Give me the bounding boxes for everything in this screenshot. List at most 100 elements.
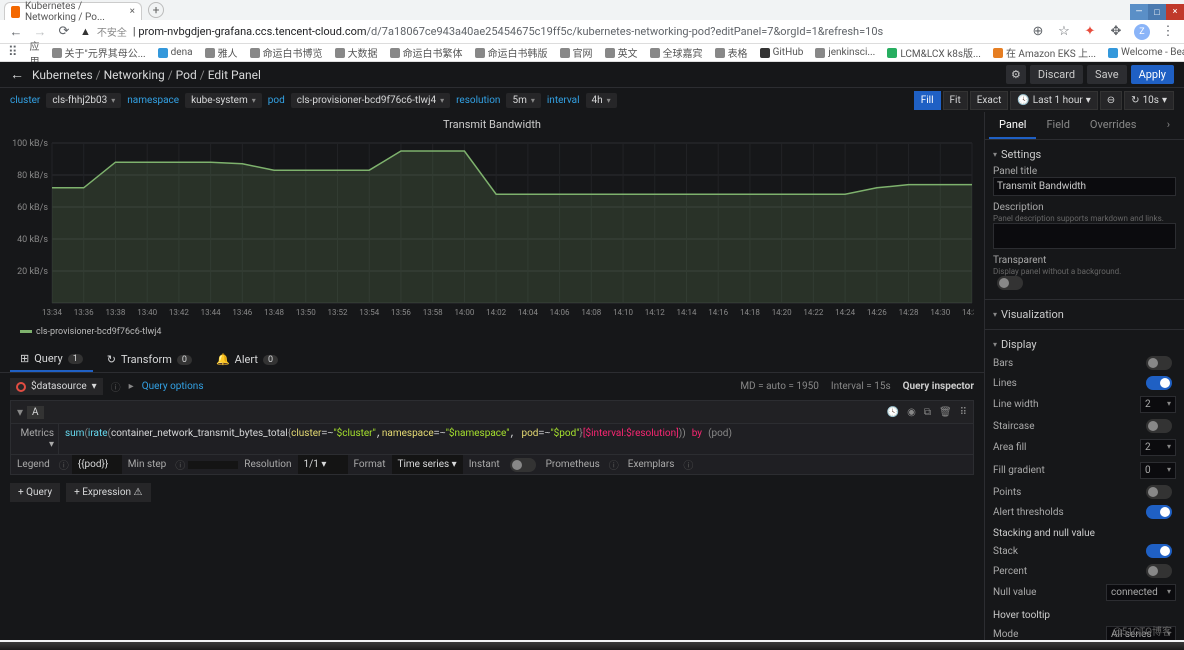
chart-svg[interactable]: 20 kB/s40 kB/s60 kB/s80 kB/s100 kB/s 13:…: [10, 133, 974, 323]
back-arrow-icon[interactable]: ←: [10, 66, 24, 83]
svg-text:40 kB/s: 40 kB/s: [17, 235, 48, 245]
bookmark-item[interactable]: GitHub: [760, 47, 804, 58]
add-expression-button[interactable]: + Expression ⚠: [66, 483, 150, 502]
datasource-select[interactable]: $datasource ▾: [10, 378, 103, 395]
save-button[interactable]: Save: [1087, 65, 1127, 84]
time-picker[interactable]: 🕓 Last 1 hour ▾: [1010, 91, 1097, 110]
var-cluster-value[interactable]: cls-fhhj2b03: [46, 93, 121, 108]
new-tab-button[interactable]: +: [148, 2, 164, 18]
bookmark-item[interactable]: 关于"元界其母公...: [52, 45, 146, 60]
fill-gradient-select[interactable]: 0: [1140, 462, 1176, 479]
svg-text:14:00: 14:00: [454, 308, 474, 317]
nav-back-icon[interactable]: ←: [8, 24, 24, 40]
apply-button[interactable]: Apply: [1131, 65, 1174, 84]
legend-input[interactable]: {{pod}}: [72, 455, 122, 474]
add-query-button[interactable]: + Query: [10, 483, 60, 502]
nav-reload-icon[interactable]: ⟳: [56, 24, 72, 39]
discard-button[interactable]: Discard: [1030, 65, 1083, 84]
fit-button[interactable]: Fit: [943, 91, 968, 110]
panel-description-input[interactable]: [993, 223, 1176, 249]
bookmark-item[interactable]: jenkinsci...: [815, 47, 875, 58]
resolution-select[interactable]: 1/1 ▾: [298, 455, 348, 474]
points-toggle[interactable]: [1146, 485, 1172, 499]
bookmark-item[interactable]: 命运白书繁体: [390, 45, 463, 60]
side-expand-icon[interactable]: ›: [1157, 112, 1180, 139]
bookmark-item[interactable]: LCM&LCX k8s版...: [887, 45, 981, 60]
svg-text:14:06: 14:06: [550, 308, 570, 317]
side-tab-panel[interactable]: Panel: [989, 112, 1036, 139]
bookmark-item[interactable]: 大数据: [335, 45, 378, 60]
svg-text:14:10: 14:10: [613, 308, 633, 317]
url-box[interactable]: ▲ 不安全 | prom-nvbgdjen-grafana.ccs.tencen…: [80, 24, 1022, 39]
area-fill-select[interactable]: 2: [1140, 439, 1176, 456]
query-toggle-icon[interactable]: ◉: [907, 407, 916, 418]
browser-tab[interactable]: Kubernetes / Networking / Po... ×: [4, 2, 142, 20]
query-drag-icon[interactable]: ⠿: [960, 407, 967, 418]
var-resolution-value[interactable]: 5m: [506, 93, 540, 108]
var-pod-value[interactable]: cls-provisioner-bcd9f76c6-tlwj4: [291, 93, 450, 108]
minstep-input[interactable]: [188, 461, 238, 469]
puzzle-icon[interactable]: ✥: [1108, 24, 1124, 39]
tab-alert[interactable]: 🔔 Alert 0: [206, 347, 288, 372]
profile-badge[interactable]: Z: [1134, 24, 1150, 40]
extension-icon[interactable]: ✦: [1082, 24, 1098, 39]
bookmark-item[interactable]: 官网: [560, 45, 593, 60]
bookmark-item[interactable]: 雅人: [205, 45, 238, 60]
query-letter[interactable]: A: [27, 406, 44, 419]
var-namespace-value[interactable]: kube-system: [185, 93, 262, 108]
svg-text:14:24: 14:24: [835, 308, 855, 317]
lines-toggle[interactable]: [1146, 376, 1172, 390]
zoom-out-button[interactable]: ⊖: [1100, 91, 1122, 110]
svg-text:13:40: 13:40: [137, 308, 157, 317]
instant-toggle[interactable]: [510, 458, 536, 472]
window-minimize[interactable]: —: [1130, 4, 1148, 20]
apps-icon[interactable]: ⠿: [8, 45, 18, 60]
thresholds-toggle[interactable]: [1146, 505, 1172, 519]
metrics-input[interactable]: sum(irate(container_network_transmit_byt…: [59, 424, 973, 454]
tab-transform[interactable]: ↻ Transform 0: [97, 347, 202, 372]
query-time-icon[interactable]: 🕓: [887, 407, 899, 418]
null-value-select[interactable]: connected: [1106, 584, 1176, 601]
bookmark-item[interactable]: 命运白书博览: [250, 45, 323, 60]
query-inspector-button[interactable]: Query inspector: [903, 381, 974, 392]
format-select[interactable]: Time series ▾: [392, 455, 463, 474]
nav-forward-icon[interactable]: →: [32, 24, 48, 40]
bookmark-item[interactable]: 英文: [605, 45, 638, 60]
bookmark-item[interactable]: 命运白书韩版: [475, 45, 548, 60]
percent-toggle[interactable]: [1146, 564, 1172, 578]
query-options-link[interactable]: Query options: [142, 381, 204, 392]
section-settings[interactable]: Settings: [993, 146, 1176, 163]
bookmark-star-icon[interactable]: ☆: [1056, 24, 1072, 39]
windows-taskbar[interactable]: [0, 642, 1184, 650]
chart-legend[interactable]: cls-provisioner-bcd9f76c6-tlwj4: [10, 323, 974, 341]
query-copy-icon[interactable]: ⧉: [924, 407, 931, 418]
panel-title-input[interactable]: [993, 177, 1176, 196]
bookmark-item[interactable]: Welcome - Beats...: [1108, 47, 1184, 58]
translate-icon[interactable]: ⊕: [1030, 24, 1046, 39]
query-delete-icon[interactable]: 🗑: [939, 407, 952, 418]
transparent-toggle[interactable]: [997, 276, 1023, 290]
bookmark-item[interactable]: 全球嘉宾: [650, 45, 703, 60]
window-close[interactable]: ×: [1166, 4, 1184, 20]
window-controls: — □ ×: [1130, 4, 1184, 20]
side-tab-overrides[interactable]: Overrides: [1080, 112, 1147, 139]
bookmark-item[interactable]: 在 Amazon EKS 上...: [993, 45, 1096, 60]
menu-icon[interactable]: ⋮: [1160, 24, 1176, 39]
tab-close-icon[interactable]: ×: [130, 6, 135, 17]
section-visualization[interactable]: Visualization: [993, 306, 1176, 323]
side-tab-field[interactable]: Field: [1036, 112, 1079, 139]
window-maximize[interactable]: □: [1148, 4, 1166, 20]
bookmark-item[interactable]: 表格: [715, 45, 748, 60]
line-width-select[interactable]: 2: [1140, 396, 1176, 413]
bars-toggle[interactable]: [1146, 356, 1172, 370]
tab-query[interactable]: ⊞ Query 1: [10, 347, 93, 372]
section-display[interactable]: Display: [993, 336, 1176, 353]
refresh-button[interactable]: ↻ 10s ▾: [1124, 91, 1174, 110]
bookmark-item[interactable]: dena: [158, 47, 193, 58]
fill-button[interactable]: Fill: [914, 91, 941, 110]
staircase-toggle[interactable]: [1146, 419, 1172, 433]
settings-button[interactable]: ⚙: [1006, 65, 1026, 84]
var-interval-value[interactable]: 4h: [586, 93, 617, 108]
stack-toggle[interactable]: [1146, 544, 1172, 558]
exact-button[interactable]: Exact: [970, 91, 1009, 110]
